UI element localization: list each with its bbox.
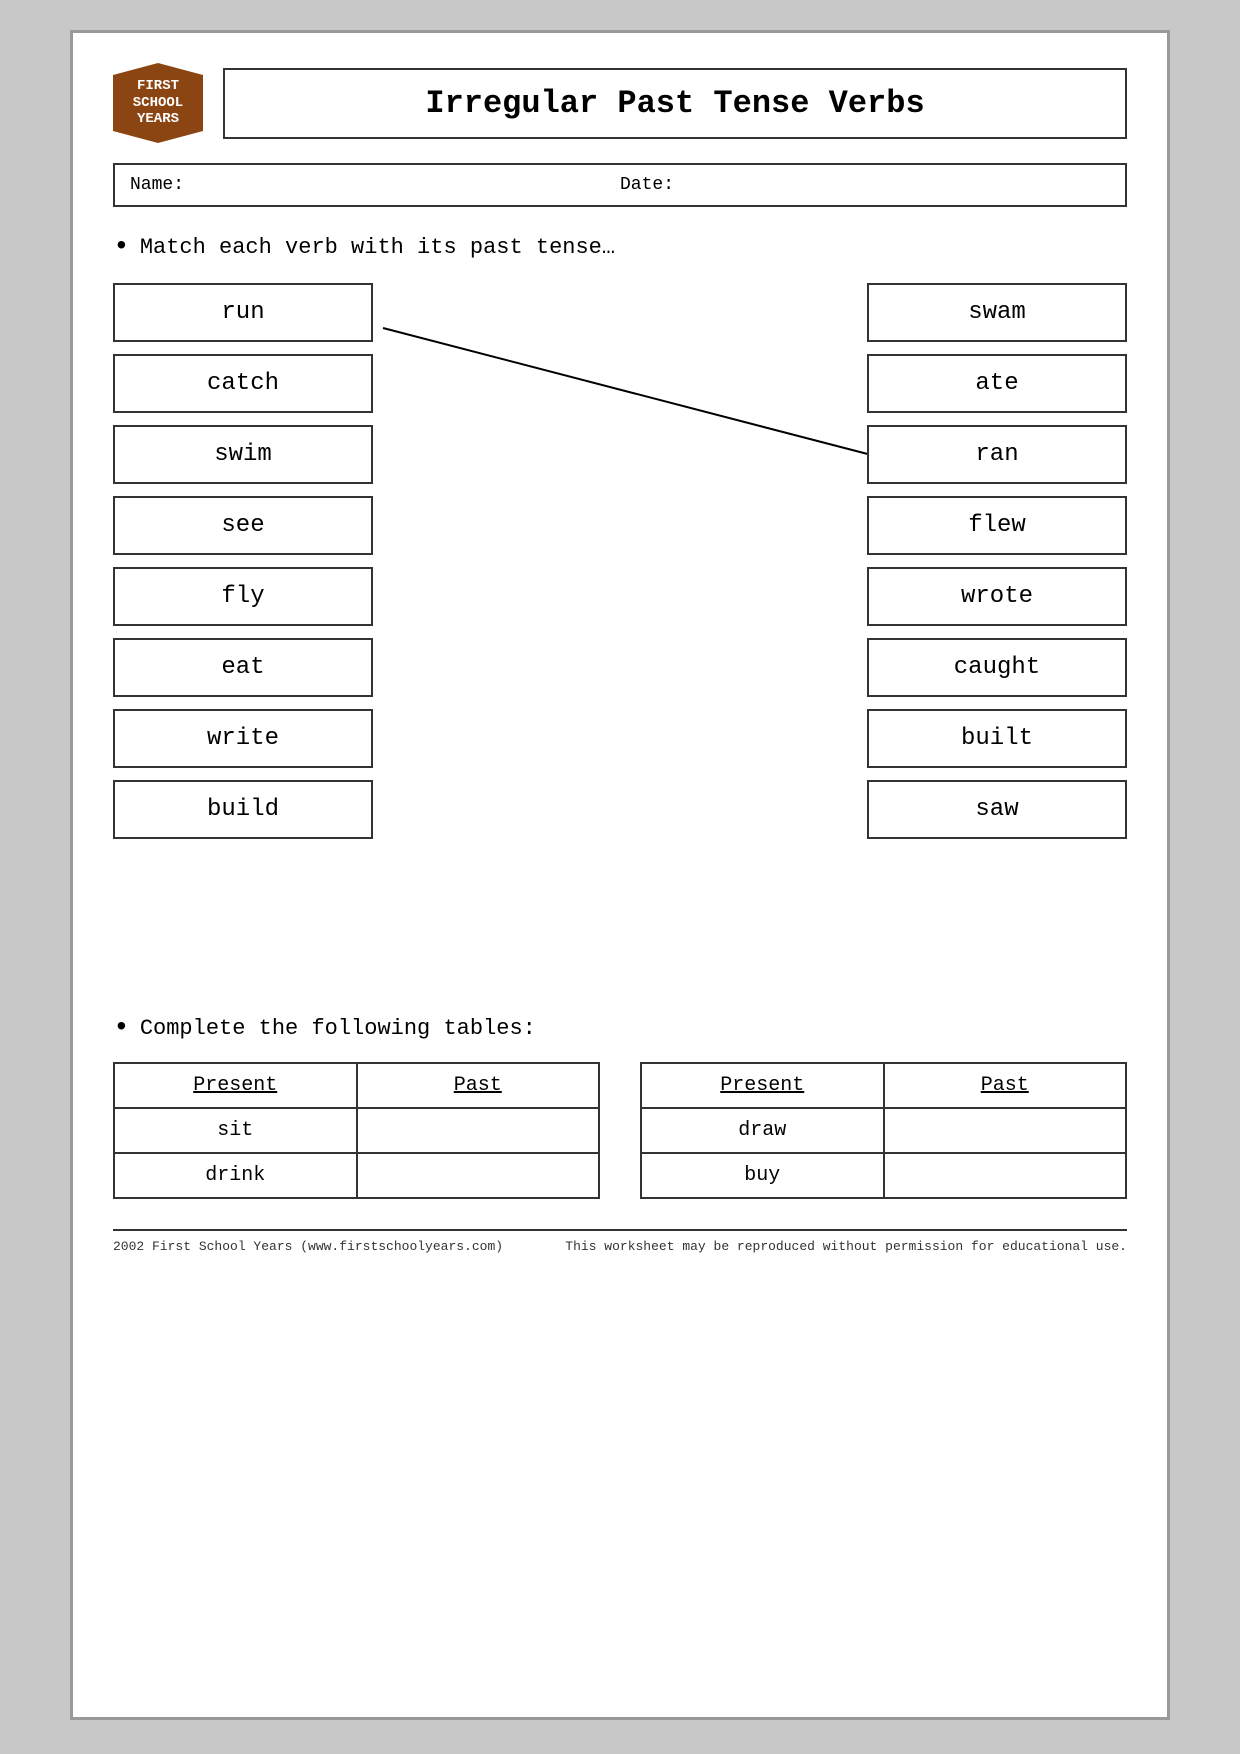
instruction1: • Match each verb with its past tense…	[113, 232, 1127, 263]
instruction1-text: Match each verb with its past tense…	[140, 235, 615, 260]
right-column: swam ate ran flew wrote caught built saw	[867, 283, 1127, 839]
instruction2: • Complete the following tables:	[113, 1013, 1127, 1044]
table2-col2-header: Past	[884, 1063, 1127, 1108]
matching-section: run catch swim see fly eat write build s…	[113, 283, 1127, 983]
page-title: Irregular Past Tense Verbs	[245, 85, 1105, 122]
table-row: drink	[114, 1153, 599, 1198]
instruction2-text: Complete the following tables:	[140, 1016, 536, 1041]
verb-box-ate: ate	[867, 354, 1127, 413]
table1: Present Past sit drink	[113, 1062, 600, 1199]
bullet2: •	[113, 1013, 130, 1044]
verb-box-eat: eat	[113, 638, 373, 697]
verb-box-wrote: wrote	[867, 567, 1127, 626]
name-date-row: Name: Date:	[113, 163, 1127, 207]
logo-line1: FIRST	[137, 78, 179, 95]
table2-row2-past[interactable]	[884, 1153, 1127, 1198]
table2-col1-header: Present	[641, 1063, 884, 1108]
name-label: Name:	[130, 175, 620, 195]
title-box: Irregular Past Tense Verbs	[223, 68, 1127, 139]
verb-box-swim: swim	[113, 425, 373, 484]
verb-box-build: build	[113, 780, 373, 839]
table2-row1-present: draw	[641, 1108, 884, 1153]
verb-box-run: run	[113, 283, 373, 342]
verb-box-built: built	[867, 709, 1127, 768]
footer: 2002 First School Years (www.firstschool…	[113, 1229, 1127, 1254]
footer-right: This worksheet may be reproduced without…	[565, 1239, 1127, 1254]
table2: Present Past draw buy	[640, 1062, 1127, 1199]
header: FIRST SCHOOL YEARS Irregular Past Tense …	[113, 63, 1127, 143]
table-row: sit	[114, 1108, 599, 1153]
logo-line3: YEARS	[137, 111, 179, 128]
verb-box-saw: saw	[867, 780, 1127, 839]
verb-box-fly: fly	[113, 567, 373, 626]
tables-section: Present Past sit drink Present	[113, 1062, 1127, 1199]
logo-line2: SCHOOL	[133, 95, 183, 112]
table-row: draw	[641, 1108, 1126, 1153]
table1-col2-header: Past	[357, 1063, 600, 1108]
verb-box-caught: caught	[867, 638, 1127, 697]
verb-box-catch: catch	[113, 354, 373, 413]
table1-row1-present: sit	[114, 1108, 357, 1153]
table1-row2-past[interactable]	[357, 1153, 600, 1198]
verb-box-swam: swam	[867, 283, 1127, 342]
footer-left: 2002 First School Years (www.firstschool…	[113, 1239, 503, 1254]
page: FIRST SCHOOL YEARS Irregular Past Tense …	[70, 30, 1170, 1720]
verb-box-see: see	[113, 496, 373, 555]
table1-row1-past[interactable]	[357, 1108, 600, 1153]
table1-row2-present: drink	[114, 1153, 357, 1198]
date-label: Date:	[620, 175, 1110, 195]
table2-row1-past[interactable]	[884, 1108, 1127, 1153]
bullet1: •	[113, 232, 130, 263]
logo: FIRST SCHOOL YEARS	[113, 63, 203, 143]
left-column: run catch swim see fly eat write build	[113, 283, 373, 983]
verb-box-flew: flew	[867, 496, 1127, 555]
verb-box-write: write	[113, 709, 373, 768]
table1-col1-header: Present	[114, 1063, 357, 1108]
table-row: buy	[641, 1153, 1126, 1198]
table2-row2-present: buy	[641, 1153, 884, 1198]
verb-box-ran: ran	[867, 425, 1127, 484]
